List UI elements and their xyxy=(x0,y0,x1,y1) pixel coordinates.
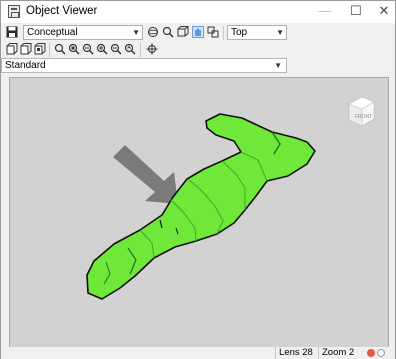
crosshair-icon[interactable] xyxy=(145,43,159,57)
window-title: Object Viewer xyxy=(26,5,98,17)
chevron-down-icon: ▼ xyxy=(132,28,140,37)
pointer-arrow xyxy=(113,145,178,204)
save-icon[interactable] xyxy=(5,26,19,40)
view-cube-icon[interactable] xyxy=(176,26,190,40)
title-bar[interactable]: Object Viewer — ☐ ✕ xyxy=(1,1,395,23)
zoom-icon[interactable] xyxy=(161,26,175,40)
model-mesh xyxy=(86,113,316,300)
lens-status: Lens 28 xyxy=(275,347,315,359)
zoom-previous-icon[interactable] xyxy=(123,43,137,57)
toolbar-separator xyxy=(223,26,224,40)
chevron-down-icon: ▼ xyxy=(276,28,284,37)
close-button[interactable]: ✕ xyxy=(367,1,396,23)
zoom-window-icon[interactable] xyxy=(67,43,81,57)
chevron-down-icon: ▼ xyxy=(274,61,282,70)
visual-style-select[interactable]: Conceptual ▼ xyxy=(23,25,143,40)
minimize-button[interactable]: — xyxy=(308,1,342,23)
view-select[interactable]: Top ▼ xyxy=(227,25,287,40)
zoom-status: Zoom 2 xyxy=(318,347,360,359)
toolbar-separator xyxy=(49,43,50,57)
status-bar: Lens 28 Zoom 2 xyxy=(1,347,395,359)
white-indicator-icon xyxy=(377,349,385,357)
visual-style-value: Conceptual xyxy=(27,27,78,38)
view-icon[interactable] xyxy=(5,43,19,57)
viewport-canvas[interactable]: FRONT xyxy=(9,77,389,348)
viewport-drawing: FRONT xyxy=(86,96,375,300)
ucs-icon[interactable] xyxy=(206,26,220,40)
app-icon xyxy=(8,5,20,18)
toolbar-separator xyxy=(140,43,141,57)
orbit-icon[interactable] xyxy=(146,26,160,40)
view-alt-icon[interactable] xyxy=(19,43,33,57)
zoom-out-icon[interactable] xyxy=(109,43,123,57)
object-viewer-window: Object Viewer — ☐ ✕ Conceptual ▼ Top ▼ S… xyxy=(0,0,396,359)
view-alt2-icon[interactable] xyxy=(33,43,47,57)
zoom-in-icon[interactable] xyxy=(95,43,109,57)
zoom-extents-icon[interactable] xyxy=(81,43,95,57)
zoom-realtime-icon[interactable] xyxy=(53,43,67,57)
toolbar-navigation xyxy=(1,41,287,59)
view-value: Top xyxy=(231,27,248,38)
pan-icon[interactable] xyxy=(191,26,205,40)
toolbar-main: Conceptual ▼ Top ▼ xyxy=(1,24,287,42)
viewcube[interactable]: FRONT xyxy=(348,96,375,127)
preset-value: Standard xyxy=(5,60,46,71)
red-indicator-icon xyxy=(367,349,375,357)
preset-select[interactable]: Standard ▼ xyxy=(1,58,287,73)
viewcube-face-label: FRONT xyxy=(355,114,372,120)
